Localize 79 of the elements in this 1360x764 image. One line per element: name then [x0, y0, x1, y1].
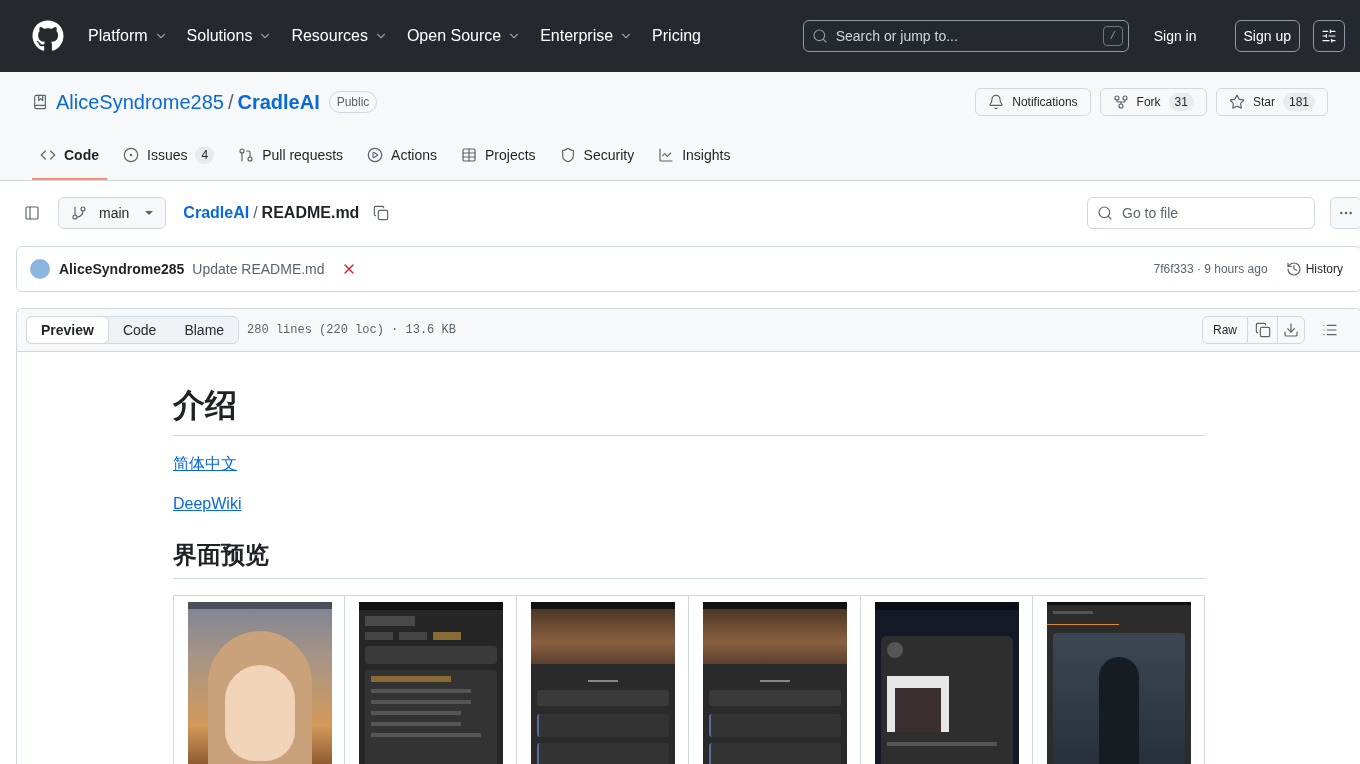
list-icon — [1322, 322, 1338, 338]
view-tab[interactable]: Blame — [170, 316, 239, 344]
nav-menu-item[interactable]: Platform — [80, 20, 176, 52]
tab-label: Issues — [147, 145, 188, 165]
nav-menu-item[interactable]: Solutions — [178, 20, 281, 52]
star-button[interactable]: Star 181 — [1215, 88, 1328, 116]
history-button[interactable]: History — [1277, 255, 1351, 283]
nav-menu-item[interactable]: Enterprise — [532, 20, 642, 52]
nav-menu-item[interactable]: Open Source — [398, 20, 530, 52]
github-logo-icon[interactable] — [32, 20, 64, 52]
sidebar-icon — [24, 205, 40, 221]
file-name: README.md — [261, 203, 360, 223]
nav-menu-item[interactable]: Pricing — [644, 20, 709, 52]
commit-message-link[interactable]: Update README.md — [192, 258, 325, 280]
button-label: Fork — [1136, 94, 1161, 111]
commit-info-text: 7f6f333 · 9 hours ago — [1153, 261, 1268, 278]
view-tab[interactable]: Preview — [26, 316, 109, 344]
fork-icon — [1112, 94, 1129, 110]
copy-icon — [373, 205, 390, 221]
readme-link[interactable]: DeepWiki — [173, 495, 242, 512]
tab-label: Actions — [391, 145, 437, 165]
repo-tab[interactable]: Projects — [453, 132, 544, 180]
repo-tab[interactable]: Pull requests — [230, 132, 352, 180]
button-label: Notifications — [1012, 94, 1078, 111]
breadcrumb-link[interactable]: CradleAI — [183, 201, 250, 225]
bell-icon — [988, 94, 1005, 110]
button-label: Star — [1252, 94, 1275, 111]
repo-owner-link[interactable]: AliceSyndrome285 — [56, 87, 224, 117]
download-icon — [1283, 322, 1299, 338]
counter-label: 181 — [1282, 93, 1315, 111]
repo-name-link[interactable]: CradleAI — [237, 87, 320, 117]
sign-in-link[interactable]: Sign in — [1145, 25, 1205, 47]
notifications-button[interactable]: Notifications — [975, 88, 1091, 116]
file-info-text: 280 lines (220 loc) · 13.6 KB — [247, 322, 456, 339]
repo-tab[interactable]: Code — [32, 132, 107, 180]
search-icon — [1097, 205, 1113, 221]
copy-icon — [1254, 322, 1271, 338]
branch-icon — [71, 205, 87, 221]
path-separator: / — [253, 203, 258, 223]
tab-label: Pull requests — [262, 145, 344, 165]
counter-label: 4 — [195, 146, 215, 164]
readme-link[interactable]: 简体中文 — [173, 455, 237, 472]
readme-heading: 介绍 — [173, 385, 1205, 436]
issue-icon — [123, 147, 139, 163]
code-icon — [40, 147, 56, 163]
path-separator: / — [227, 90, 234, 115]
line-chart-icon — [658, 147, 675, 163]
tab-label: Projects — [485, 145, 536, 165]
play-icon — [367, 147, 384, 163]
counter-label: 31 — [1168, 93, 1194, 111]
branch-select-button[interactable]: main — [58, 197, 167, 229]
repo-tab[interactable]: Insights — [650, 132, 739, 180]
repo-tab[interactable]: Actions — [359, 132, 445, 180]
go-to-file-field[interactable]: Go to file — [1087, 197, 1315, 229]
table-icon — [461, 147, 477, 163]
sliders-icon — [1321, 28, 1337, 44]
button-label: History — [1305, 261, 1343, 278]
repo-tab[interactable]: Security — [551, 132, 643, 180]
repo-tab[interactable]: Issues 4 — [115, 132, 223, 180]
commit-author-link[interactable]: AliceSyndrome285 — [59, 258, 185, 280]
shield-icon — [559, 147, 576, 163]
fork-button[interactable]: Fork 31 — [1099, 88, 1207, 116]
sign-up-button[interactable]: Sign up — [1234, 20, 1300, 52]
history-icon — [1285, 261, 1302, 277]
tab-label: Code — [64, 145, 99, 165]
settings-menu-button[interactable] — [1313, 20, 1345, 52]
star-icon — [1228, 94, 1245, 110]
readme-subheading: 界面预览 — [173, 540, 1205, 579]
view-tab[interactable]: Code — [108, 316, 171, 344]
keyboard-shortcut-key: / — [1102, 26, 1123, 46]
repo-book-icon — [32, 94, 48, 110]
tab-label: Security — [583, 145, 635, 165]
avatar — [30, 259, 50, 279]
search-icon — [811, 28, 828, 44]
pull-request-icon — [238, 147, 255, 163]
tab-label: Insights — [682, 145, 731, 165]
nav-menu-item[interactable]: Resources — [283, 20, 396, 52]
caret-down-icon — [145, 211, 154, 215]
branch-name: main — [99, 203, 130, 223]
